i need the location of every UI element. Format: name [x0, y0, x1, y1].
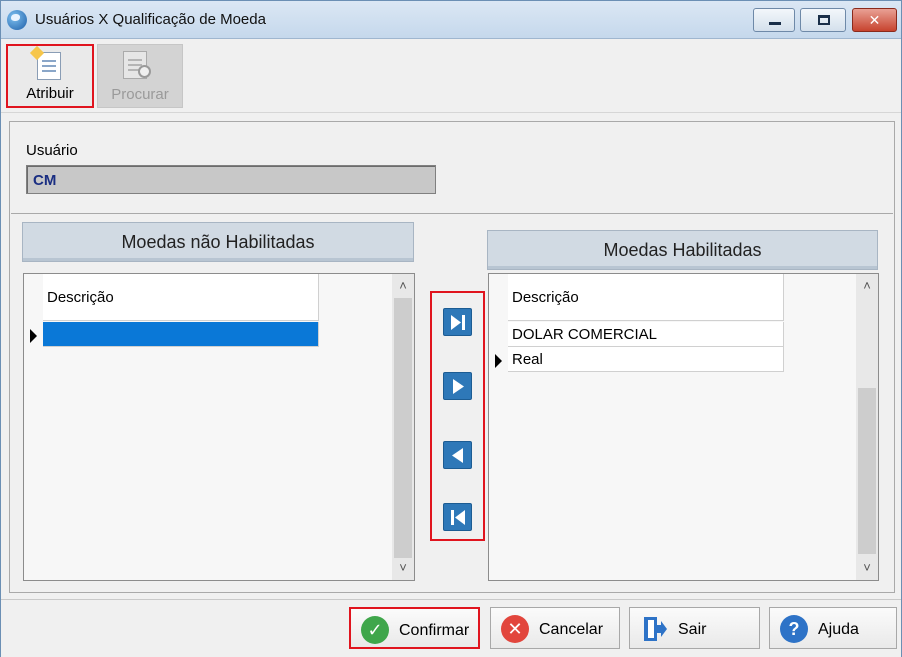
scroll-down-icon[interactable]: ˅ [856, 556, 878, 580]
move-right-button[interactable] [443, 372, 472, 400]
cancel-icon: ✕ [501, 615, 529, 643]
maximize-icon [818, 15, 830, 25]
check-icon: ✓ [361, 616, 389, 644]
close-button[interactable]: ✕ [852, 8, 897, 32]
descricao-column-header[interactable]: Descrição [43, 274, 319, 321]
moedas-nao-habilitadas-header: Moedas não Habilitadas [22, 222, 414, 262]
atribuir-button[interactable]: Atribuir [6, 44, 94, 108]
scroll-thumb[interactable] [394, 298, 412, 558]
minimize-icon [769, 22, 781, 25]
help-icon: ? [780, 615, 808, 643]
main-panel: Usuário CM Moedas não Habilitadas Descri… [9, 121, 895, 593]
close-icon: ✕ [868, 12, 881, 28]
left-grid-scrollbar[interactable]: ˄ ˅ [392, 274, 414, 580]
current-row-pointer-icon [30, 329, 37, 343]
procurar-label: Procurar [111, 86, 169, 103]
current-row-pointer-icon [495, 354, 502, 368]
lists-area: Moedas não Habilitadas Descrição ˄ ˅ Moe… [11, 213, 893, 583]
sair-button[interactable]: Sair [629, 607, 760, 649]
move-all-left-icon [451, 510, 465, 525]
move-left-icon [452, 448, 463, 463]
scroll-down-icon[interactable]: ˅ [392, 556, 414, 580]
app-window: Usuários X Qualificação de Moeda ✕ Atrib… [0, 0, 902, 657]
sair-label: Sair [678, 621, 707, 638]
moedas-habilitadas-header: Moedas Habilitadas [487, 230, 878, 270]
move-all-right-button[interactable] [443, 308, 472, 336]
title-bar: Usuários X Qualificação de Moeda ✕ [1, 1, 901, 39]
ajuda-button[interactable]: ? Ajuda [769, 607, 897, 649]
cancelar-button[interactable]: ✕ Cancelar [490, 607, 620, 649]
right-grid-scrollbar[interactable]: ˄ ˅ [856, 274, 878, 580]
moedas-nao-habilitadas-grid[interactable]: Descrição ˄ ˅ [23, 273, 415, 581]
move-right-icon [453, 379, 464, 394]
move-left-button[interactable] [443, 441, 472, 469]
usuario-label: Usuário [26, 142, 78, 159]
table-row[interactable]: Real [508, 347, 784, 372]
globe-icon [7, 10, 27, 30]
table-row[interactable]: DOLAR COMERCIAL [508, 322, 784, 347]
move-all-left-button[interactable] [443, 503, 472, 531]
window-title: Usuários X Qualificação de Moeda [35, 11, 266, 28]
procurar-button[interactable]: Procurar [97, 44, 183, 108]
confirmar-button[interactable]: ✓ Confirmar [349, 607, 480, 649]
exit-door-icon [644, 617, 667, 641]
confirmar-label: Confirmar [399, 622, 470, 639]
footer-bar: ✓ Confirmar ✕ Cancelar Sair ? Ajuda [1, 599, 901, 657]
magnifier-icon [138, 65, 151, 78]
minimize-button[interactable] [753, 8, 795, 32]
scroll-up-icon[interactable]: ˄ [856, 274, 878, 298]
toolbar: Atribuir Procurar [1, 39, 901, 113]
descricao-column-header[interactable]: Descrição [508, 274, 784, 321]
moedas-habilitadas-grid[interactable]: Descrição DOLAR COMERCIAL Real ˄ ˅ [488, 273, 879, 581]
maximize-button[interactable] [800, 8, 846, 32]
cancelar-label: Cancelar [539, 621, 604, 638]
scroll-thumb[interactable] [858, 388, 876, 554]
ajuda-label: Ajuda [818, 621, 859, 638]
move-all-right-icon [451, 315, 465, 330]
scroll-up-icon[interactable]: ˄ [392, 274, 414, 298]
atribuir-label: Atribuir [26, 85, 74, 102]
move-buttons-group [430, 291, 485, 541]
usuario-field: CM [26, 165, 436, 194]
table-row[interactable] [43, 322, 319, 347]
